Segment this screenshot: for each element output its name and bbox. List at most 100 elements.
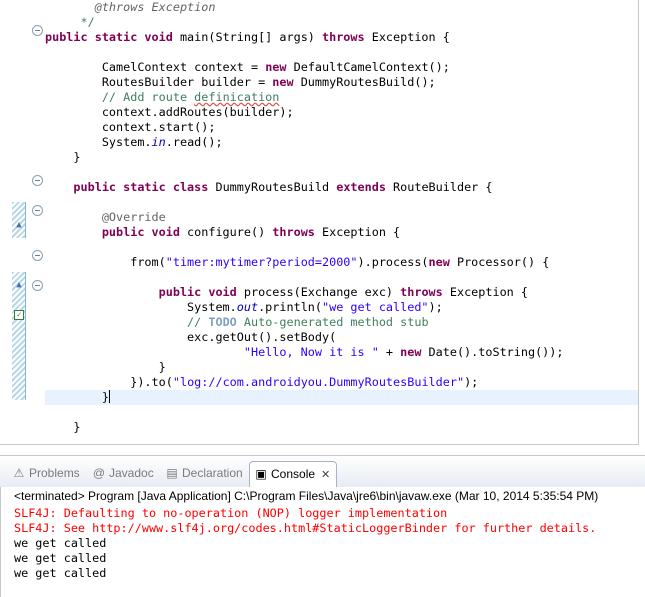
override-marker-icon[interactable]: ▲	[14, 280, 24, 290]
code-line[interactable]: }	[45, 420, 638, 435]
code-token: //	[45, 315, 209, 329]
code-line[interactable]	[45, 270, 638, 285]
code-line[interactable]: System.out.println("we get called");	[45, 300, 638, 315]
close-icon[interactable]: ✕	[321, 469, 330, 481]
declaration-icon: ▤	[166, 466, 178, 480]
override-marker-icon[interactable]: ▲	[14, 220, 24, 230]
console-icon: ▣	[255, 467, 267, 481]
code-token: TODO	[208, 315, 237, 329]
code-line[interactable]	[45, 405, 638, 420]
code-token: "we get called"	[322, 300, 429, 314]
code-line[interactable]: // Add route definication	[45, 90, 638, 105]
code-line[interactable]	[45, 45, 638, 60]
code-token: // Add route	[45, 90, 195, 104]
code-token: configure()	[187, 225, 273, 239]
javadoc-icon: @	[92, 466, 106, 480]
code-line[interactable]: @throws Exception	[45, 0, 638, 15]
fold-toggle-icon[interactable]	[32, 280, 43, 291]
code-token: System.	[45, 300, 237, 314]
code-token: throws	[272, 225, 322, 239]
tab-label: Declaration	[182, 466, 243, 480]
code-line[interactable]: }	[45, 360, 638, 375]
code-line[interactable]: exc.getOut().setBody(	[45, 330, 638, 345]
code-line[interactable]: // TODO Auto-generated method stub	[45, 315, 638, 330]
code-token: to(	[151, 375, 173, 389]
code-line[interactable]: public void process(Exchange exc) throws…	[45, 285, 638, 300]
tab-problems[interactable]: ⚠ Problems	[12, 464, 80, 486]
code-token: RouteBuilder {	[393, 180, 493, 194]
code-token: System.	[45, 135, 152, 149]
code-line[interactable]: public static void main(String[] args) t…	[45, 30, 638, 45]
code-line[interactable]: RoutesBuilder builder = new DummyRoutesB…	[45, 75, 638, 90]
code-token: public static class	[45, 180, 216, 194]
code-token: in	[151, 135, 166, 149]
code-token: ).process(	[357, 255, 429, 269]
code-token: Exception {	[449, 285, 528, 299]
code-token: @Override	[45, 210, 166, 224]
code-token: definication	[194, 90, 280, 104]
tab-console[interactable]: ▣ Console ✕	[249, 461, 338, 488]
code-line[interactable]	[45, 195, 638, 210]
code-token: new	[272, 75, 301, 89]
code-token: DummyRoutesBuild();	[300, 75, 436, 89]
fold-toggle-icon[interactable]	[32, 205, 43, 216]
code-line[interactable]: System.in.read();	[45, 135, 638, 150]
code-token: .read();	[165, 135, 223, 149]
code-token: @throws Exception	[45, 0, 216, 14]
code-token: new	[400, 345, 429, 359]
code-token: }	[45, 390, 109, 404]
code-token: RoutesBuilder builder =	[45, 75, 273, 89]
console-status: <terminated> Program [Java Application] …	[14, 489, 599, 503]
code-token: new	[428, 255, 457, 269]
code-token: );	[464, 375, 479, 389]
code-token: }	[45, 420, 81, 434]
code-token: Exception {	[371, 30, 450, 44]
code-line[interactable]: context.start();	[45, 120, 638, 135]
console-line: we get called	[14, 551, 107, 565]
tab-javadoc[interactable]: @ Javadoc	[92, 464, 154, 486]
tab-label: Problems	[29, 466, 80, 480]
code-line[interactable]: from("timer:mytimer?period=2000").proces…	[45, 255, 638, 270]
code-token: throws	[400, 285, 450, 299]
fold-toggle-icon[interactable]	[32, 250, 43, 261]
code-token: );	[428, 300, 443, 314]
code-line[interactable]: public void configure() throws Exception…	[45, 225, 638, 240]
tab-label: Javadoc	[109, 466, 154, 480]
fold-toggle-icon[interactable]	[32, 25, 43, 36]
code-token: main(String[] args)	[179, 30, 322, 44]
code-line[interactable]: context.addRoutes(builder);	[45, 105, 638, 120]
console-output[interactable]: <terminated> Program [Java Application] …	[0, 487, 645, 597]
code-token: .println(	[258, 300, 322, 314]
code-token: DummyRoutesBuild	[215, 180, 337, 194]
code-line[interactable]: */	[45, 15, 638, 30]
code-token: public static void	[45, 30, 180, 44]
tab-declaration[interactable]: ▤ Declaration	[165, 464, 243, 486]
console-line: SLF4J: Defaulting to no-operation (NOP) …	[14, 506, 448, 520]
code-line[interactable]: }).to("log://com.androidyou.DummyRoutesB…	[45, 375, 638, 390]
code-token: +	[378, 345, 401, 359]
panel-border	[0, 487, 1, 597]
code-line[interactable]: CamelContext context = new DefaultCamelC…	[45, 60, 638, 75]
code-line[interactable]: public static class DummyRoutesBuild ext…	[45, 180, 638, 195]
code-token: */	[45, 15, 95, 29]
code-token: Date().toString());	[428, 345, 564, 359]
code-token: "timer:mytimer?period=2000"	[165, 255, 358, 269]
code-line[interactable]: }	[45, 150, 638, 165]
fold-toggle-icon[interactable]	[32, 175, 43, 186]
code-line[interactable]: @Override	[45, 210, 638, 225]
console-line: we get called	[14, 536, 107, 550]
bottom-panel-tabs: ⚠ Problems @ Javadoc ▤ Declaration ▣ Console…	[0, 455, 645, 489]
task-marker-icon[interactable]: ✓	[14, 310, 24, 320]
code-line[interactable]	[45, 240, 638, 255]
code-editor[interactable]: ▲ ▲ ✓ @throws Exception */public static …	[0, 0, 639, 445]
code-token: Processor() {	[456, 255, 550, 269]
code-line[interactable]: }	[45, 390, 638, 405]
problems-icon: ⚠	[13, 466, 25, 480]
code-line[interactable]: "Hello, Now it is " + new Date().toStrin…	[45, 345, 638, 360]
console-line: we get called	[14, 566, 107, 580]
code-token: CamelContext context =	[45, 60, 266, 74]
code-token: Auto-generated method stub	[236, 315, 429, 329]
tab-label: Console	[271, 467, 316, 481]
code-line[interactable]	[45, 165, 638, 180]
code-token: from(	[45, 255, 166, 269]
